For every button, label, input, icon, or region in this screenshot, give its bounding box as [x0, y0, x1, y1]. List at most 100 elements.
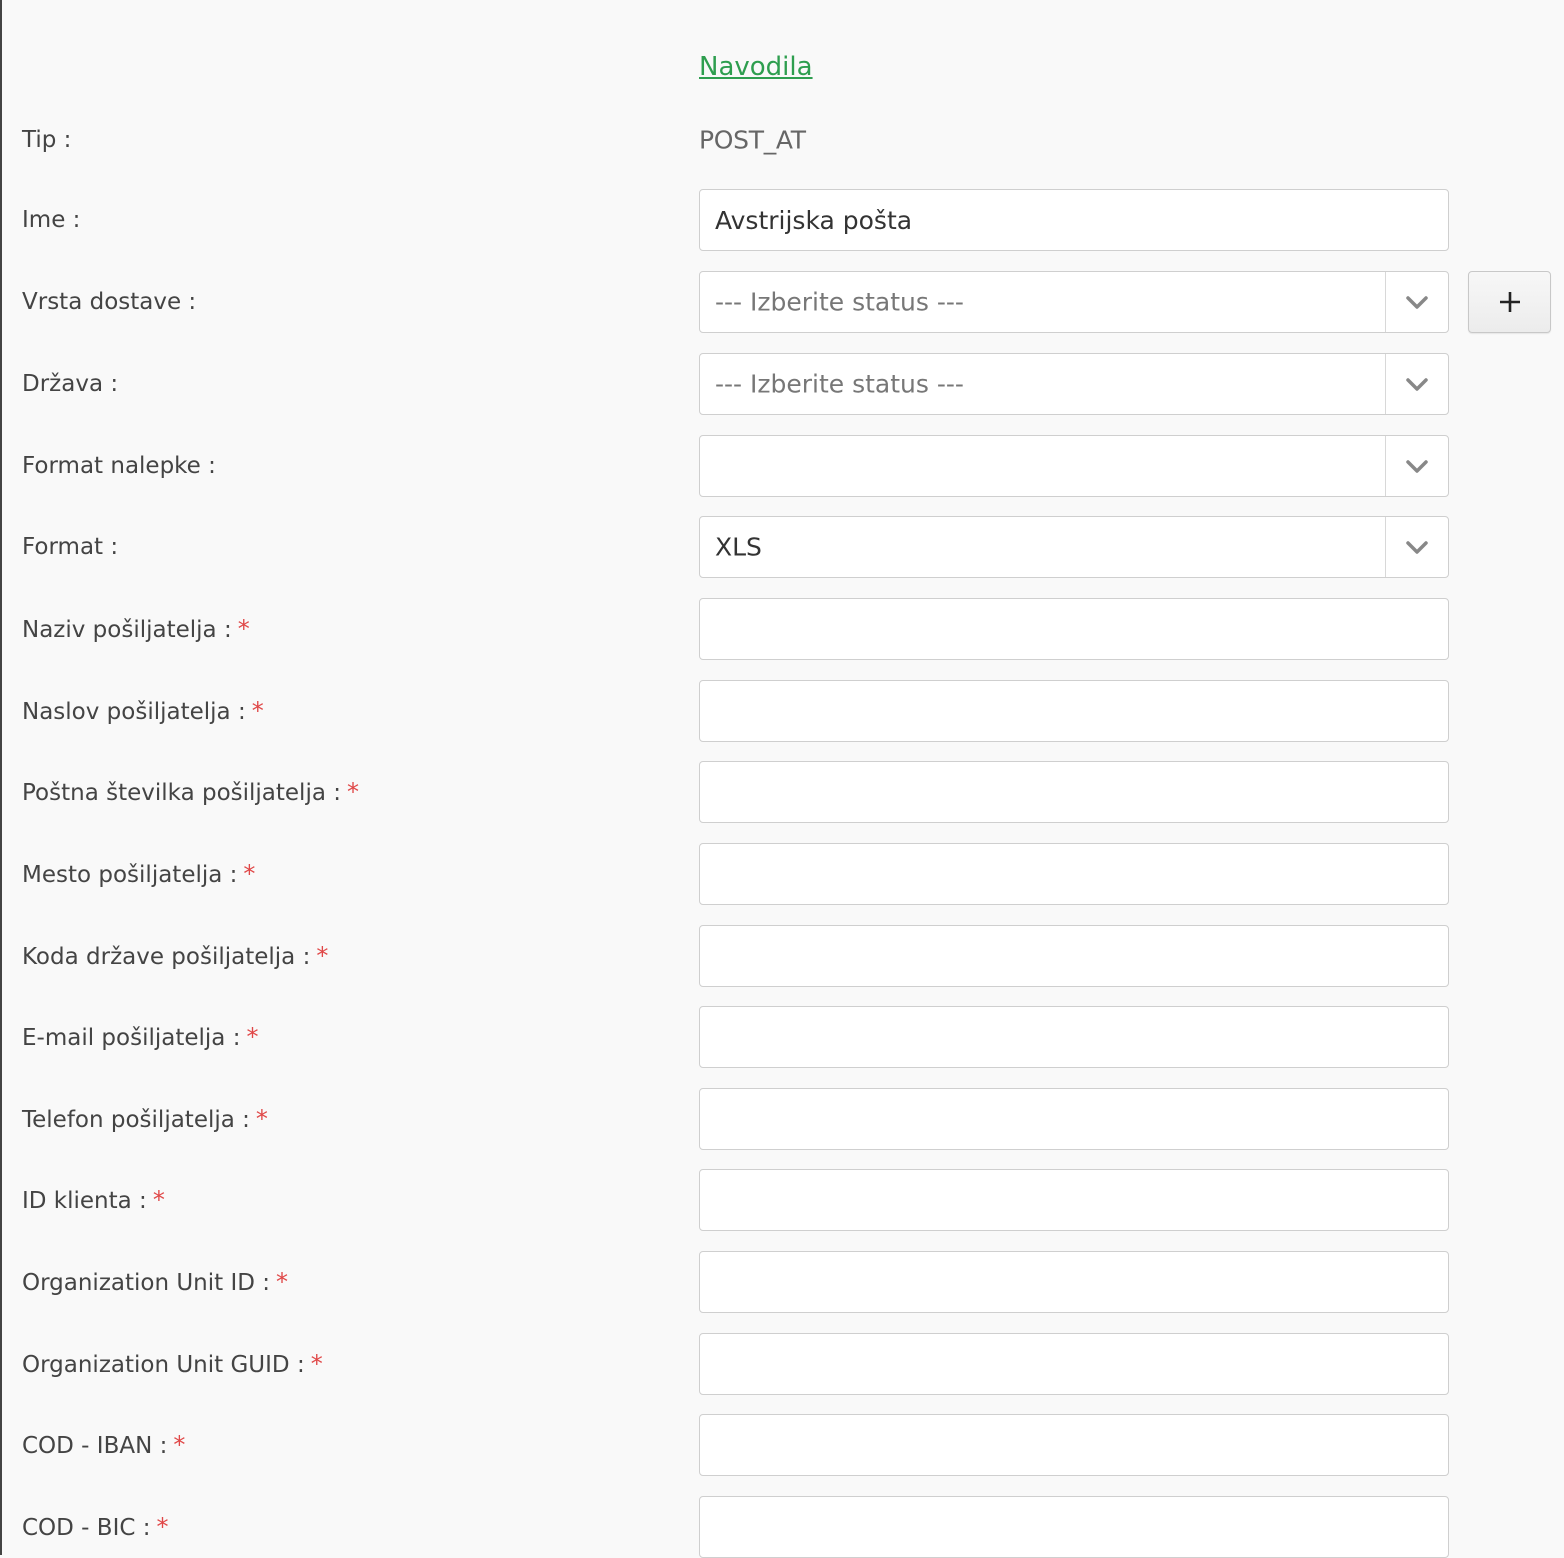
- ime-label: Ime :: [22, 207, 81, 233]
- required-asterisk: *: [347, 778, 359, 806]
- naslov-posiljatelja-input[interactable]: [700, 681, 1448, 741]
- naslov-posiljatelja-field-wrapper: [699, 680, 1449, 742]
- format-select[interactable]: XLS: [699, 516, 1449, 578]
- telefon-posiljatelja-label-text: Telefon pošiljatelja :: [22, 1107, 250, 1133]
- drzava-select[interactable]: --- Izberite status ---: [699, 353, 1449, 415]
- row-org-unit-guid: Organization Unit GUID : *: [2, 1333, 1564, 1395]
- chevron-down-icon[interactable]: [1385, 436, 1448, 496]
- format-label: Format :: [22, 534, 119, 560]
- chevron-down-icon[interactable]: [1385, 272, 1448, 332]
- row-postna-stevilka: Poštna številka pošiljatelja : *: [2, 761, 1564, 823]
- mesto-posiljatelja-field-wrapper: [699, 843, 1449, 905]
- row-format: Format : XLS: [2, 516, 1564, 578]
- format-nalepke-label: Format nalepke :: [22, 453, 216, 479]
- required-asterisk: *: [243, 860, 256, 888]
- vrsta-dostave-select[interactable]: --- Izberite status ---: [699, 271, 1449, 333]
- required-asterisk: *: [310, 1350, 323, 1378]
- chevron-down-icon[interactable]: [1385, 354, 1448, 414]
- cod-bic-input[interactable]: [700, 1497, 1448, 1557]
- id-klienta-label: ID klienta : *: [22, 1186, 165, 1214]
- cod-bic-label: COD - BIC : *: [22, 1513, 168, 1541]
- row-format-nalepke: Format nalepke :: [2, 435, 1564, 497]
- vrsta-dostave-label: Vrsta dostave :: [22, 289, 197, 315]
- drzava-placeholder: --- Izberite status ---: [715, 369, 964, 399]
- required-asterisk: *: [152, 1186, 165, 1214]
- id-klienta-field-wrapper: [699, 1169, 1449, 1231]
- chevron-down-icon[interactable]: [1385, 517, 1448, 577]
- format-nalepke-select[interactable]: [699, 435, 1449, 497]
- email-posiljatelja-label-text: E-mail pošiljatelja :: [22, 1025, 241, 1051]
- plus-icon: [1499, 292, 1520, 312]
- required-asterisk: *: [251, 697, 264, 725]
- org-unit-id-label-text: Organization Unit ID :: [22, 1270, 271, 1296]
- postna-stevilka-label: Poštna številka pošiljatelja : *: [22, 778, 359, 806]
- vrsta-dostave-placeholder: --- Izberite status ---: [715, 287, 964, 317]
- org-unit-guid-label-text: Organization Unit GUID :: [22, 1352, 305, 1378]
- row-drzava: Država : --- Izberite status ---: [2, 353, 1564, 415]
- koda-drzave-label-text: Koda države pošiljatelja :: [22, 944, 311, 970]
- postna-stevilka-field-wrapper: [699, 761, 1449, 823]
- naziv-posiljatelja-label-text: Naziv pošiljatelja :: [22, 617, 232, 643]
- org-unit-id-field-wrapper: [699, 1251, 1449, 1313]
- required-asterisk: *: [237, 615, 250, 643]
- tip-label: Tip :: [22, 127, 72, 153]
- mesto-posiljatelja-input[interactable]: [700, 844, 1448, 904]
- row-tip: Tip : POST_AT: [2, 109, 1564, 171]
- cod-iban-input[interactable]: [700, 1415, 1448, 1475]
- cod-iban-field-wrapper: [699, 1414, 1449, 1476]
- naziv-posiljatelja-field-wrapper: [699, 598, 1449, 660]
- org-unit-id-label: Organization Unit ID : *: [22, 1268, 288, 1296]
- row-cod-bic: COD - BIC : *: [2, 1496, 1564, 1558]
- naslov-posiljatelja-label: Naslov pošiljatelja : *: [22, 697, 264, 725]
- row-mesto-posiljatelja: Mesto pošiljatelja : *: [2, 843, 1564, 905]
- koda-drzave-label: Koda države pošiljatelja : *: [22, 942, 328, 970]
- required-asterisk: *: [173, 1431, 186, 1459]
- row-cod-iban: COD - IBAN : *: [2, 1414, 1564, 1476]
- koda-drzave-input[interactable]: [700, 926, 1448, 986]
- org-unit-guid-label: Organization Unit GUID : *: [22, 1350, 323, 1378]
- telefon-posiljatelja-label: Telefon pošiljatelja : *: [22, 1105, 268, 1133]
- row-koda-drzave: Koda države pošiljatelja : *: [2, 925, 1564, 987]
- cod-iban-label-text: COD - IBAN :: [22, 1433, 168, 1459]
- naziv-posiljatelja-label: Naziv pošiljatelja : *: [22, 615, 250, 643]
- ime-field-wrapper: [699, 189, 1449, 251]
- mesto-posiljatelja-label-text: Mesto pošiljatelja :: [22, 862, 238, 888]
- row-naslov-posiljatelja: Naslov pošiljatelja : *: [2, 680, 1564, 742]
- email-posiljatelja-input[interactable]: [700, 1007, 1448, 1067]
- format-value: XLS: [715, 532, 762, 562]
- mesto-posiljatelja-label: Mesto pošiljatelja : *: [22, 860, 255, 888]
- tip-value: POST_AT: [699, 125, 806, 155]
- row-ime: Ime :: [2, 189, 1564, 251]
- add-delivery-type-button[interactable]: [1468, 271, 1551, 333]
- row-id-klienta: ID klienta : *: [2, 1169, 1564, 1231]
- ime-input[interactable]: [700, 190, 1448, 250]
- email-posiljatelja-label: E-mail pošiljatelja : *: [22, 1023, 258, 1051]
- cod-iban-label: COD - IBAN : *: [22, 1431, 185, 1459]
- naslov-posiljatelja-label-text: Naslov pošiljatelja :: [22, 699, 246, 725]
- required-asterisk: *: [246, 1023, 259, 1051]
- cod-bic-field-wrapper: [699, 1496, 1449, 1558]
- postna-stevilka-label-text: Poštna številka pošiljatelja :: [22, 780, 341, 806]
- required-asterisk: *: [276, 1268, 289, 1296]
- org-unit-guid-input[interactable]: [700, 1334, 1448, 1394]
- org-unit-id-input[interactable]: [700, 1252, 1448, 1312]
- row-vrsta-dostave: Vrsta dostave : --- Izberite status ---: [2, 271, 1564, 333]
- required-asterisk: *: [316, 942, 329, 970]
- postna-stevilka-input[interactable]: [700, 762, 1448, 822]
- koda-drzave-field-wrapper: [699, 925, 1449, 987]
- drzava-label: Država :: [22, 371, 119, 397]
- naziv-posiljatelja-input[interactable]: [700, 599, 1448, 659]
- row-org-unit-id: Organization Unit ID : *: [2, 1251, 1564, 1313]
- form-panel: Navodila Tip : POST_AT Ime : Vrsta dosta…: [0, 0, 1564, 1558]
- telefon-posiljatelja-input[interactable]: [700, 1089, 1448, 1149]
- instructions-link[interactable]: Navodila: [699, 52, 813, 82]
- id-klienta-label-text: ID klienta :: [22, 1188, 147, 1214]
- telefon-posiljatelja-field-wrapper: [699, 1088, 1449, 1150]
- org-unit-guid-field-wrapper: [699, 1333, 1449, 1395]
- required-asterisk: *: [255, 1105, 268, 1133]
- row-telefon-posiljatelja: Telefon pošiljatelja : *: [2, 1088, 1564, 1150]
- email-posiljatelja-field-wrapper: [699, 1006, 1449, 1068]
- cod-bic-label-text: COD - BIC :: [22, 1515, 151, 1541]
- id-klienta-input[interactable]: [700, 1170, 1448, 1230]
- required-asterisk: *: [156, 1513, 169, 1541]
